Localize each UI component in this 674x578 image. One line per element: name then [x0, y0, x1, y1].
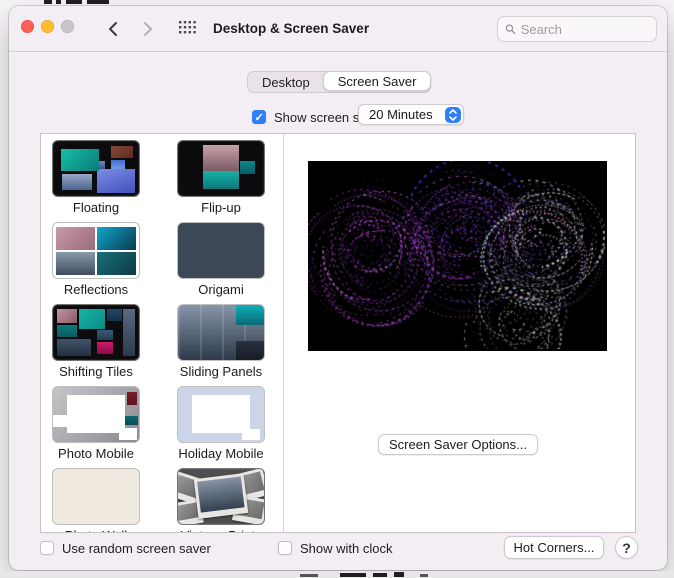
chevron-right-icon — [143, 21, 153, 37]
zoom-button[interactable] — [61, 20, 74, 33]
window-title: Desktop & Screen Saver — [213, 21, 369, 36]
search-field[interactable] — [497, 16, 657, 42]
saver-label: Vintage Prints — [158, 528, 283, 532]
stepper-icon — [445, 107, 461, 123]
tab-desktop[interactable]: Desktop — [248, 72, 324, 92]
help-button[interactable]: ? — [615, 536, 638, 559]
background-text-remnant — [300, 574, 318, 577]
vintage-print-main — [194, 473, 249, 519]
toolbar: Desktop & Screen Saver — [9, 6, 667, 52]
show-clock-label: Show with clock — [300, 541, 392, 556]
background-text-remnant — [87, 0, 109, 4]
screen-saver-options-button[interactable]: Screen Saver Options... — [378, 434, 538, 455]
saver-label: Sliding Panels — [158, 364, 283, 379]
background-text-remnant — [394, 572, 404, 577]
apps-grid-icon — [179, 21, 196, 36]
saver-item-sliding-panels[interactable]: Sliding Panels — [166, 305, 276, 381]
saver-item-shifting-tiles[interactable]: Shifting Tiles — [41, 305, 151, 381]
saver-label: Reflections — [41, 282, 159, 297]
chevron-left-icon — [108, 21, 118, 37]
content-panel: Floating Flip-up Reflections Origami Shi… — [40, 133, 636, 533]
show-after-checkbox[interactable] — [252, 110, 266, 124]
show-clock-checkbox[interactable] — [278, 541, 292, 555]
saver-thumb-vintage-prints — [178, 469, 264, 524]
preview-canvas — [308, 161, 605, 349]
saver-thumb-photo-wall — [53, 469, 139, 524]
search-icon — [505, 23, 516, 35]
screensaver-preview — [308, 161, 607, 351]
saver-label: Flip-up — [158, 200, 283, 215]
tab-screen-saver[interactable]: Screen Saver — [323, 71, 432, 91]
saver-thumb-sliding-panels — [178, 305, 264, 360]
show-clock-row: Show with clock — [278, 537, 392, 559]
show-all-preferences-button[interactable] — [179, 21, 196, 36]
saver-item-holiday-mobile[interactable]: Holiday Mobile — [166, 387, 276, 463]
desktop-screensaver-window: Desktop & Screen Saver Desktop Screen Sa… — [9, 6, 667, 570]
background-text-remnant — [44, 0, 52, 4]
saver-label: Holiday Mobile — [158, 446, 283, 461]
background-text-remnant — [340, 573, 366, 577]
saver-label: Photo Wall — [41, 528, 159, 532]
minimize-button[interactable] — [41, 20, 54, 33]
forward-button[interactable] — [137, 19, 159, 39]
saver-thumb-origami — [178, 223, 264, 278]
saver-label: Shifting Tiles — [41, 364, 159, 379]
saver-item-vintage-prints[interactable]: Vintage Prints — [166, 469, 276, 532]
use-random-checkbox[interactable] — [40, 541, 54, 555]
saver-label: Origami — [158, 282, 283, 297]
saver-item-flip-up[interactable]: Flip-up — [166, 141, 276, 217]
interval-value: 20 Minutes — [369, 107, 433, 122]
saver-thumb-shifting-tiles — [53, 305, 139, 360]
saver-item-photo-wall[interactable]: Photo Wall — [41, 469, 151, 532]
use-random-row: Use random screen saver — [40, 537, 211, 559]
saver-label: Floating — [41, 200, 159, 215]
saver-item-origami[interactable]: Origami — [166, 223, 276, 299]
back-button[interactable] — [102, 19, 124, 39]
saver-item-floating[interactable]: Floating — [41, 141, 151, 217]
background-text-remnant — [373, 573, 387, 577]
search-input[interactable] — [521, 22, 649, 37]
tab-bar: Desktop Screen Saver — [247, 71, 431, 93]
saver-item-reflections[interactable]: Reflections — [41, 223, 151, 299]
saver-label: Photo Mobile — [41, 446, 159, 461]
list-preview-divider — [283, 134, 284, 532]
use-random-label: Use random screen saver — [62, 541, 211, 556]
background-text-remnant — [56, 0, 61, 4]
saver-item-photo-mobile[interactable]: Photo Mobile — [41, 387, 151, 463]
saver-thumb-reflections — [53, 223, 139, 278]
background-text-remnant — [420, 574, 428, 577]
saver-thumb-holiday-mobile — [178, 387, 264, 442]
saver-thumb-floating — [53, 141, 139, 196]
close-button[interactable] — [21, 20, 34, 33]
background-strip — [0, 571, 674, 578]
hot-corners-button[interactable]: Hot Corners... — [504, 536, 604, 559]
screensaver-list[interactable]: Floating Flip-up Reflections Origami Shi… — [41, 134, 283, 532]
saver-thumb-photo-mobile — [53, 387, 139, 442]
saver-thumb-flip-up — [178, 141, 264, 196]
interval-dropdown[interactable]: 20 Minutes — [358, 104, 464, 125]
background-text-remnant — [66, 0, 82, 4]
